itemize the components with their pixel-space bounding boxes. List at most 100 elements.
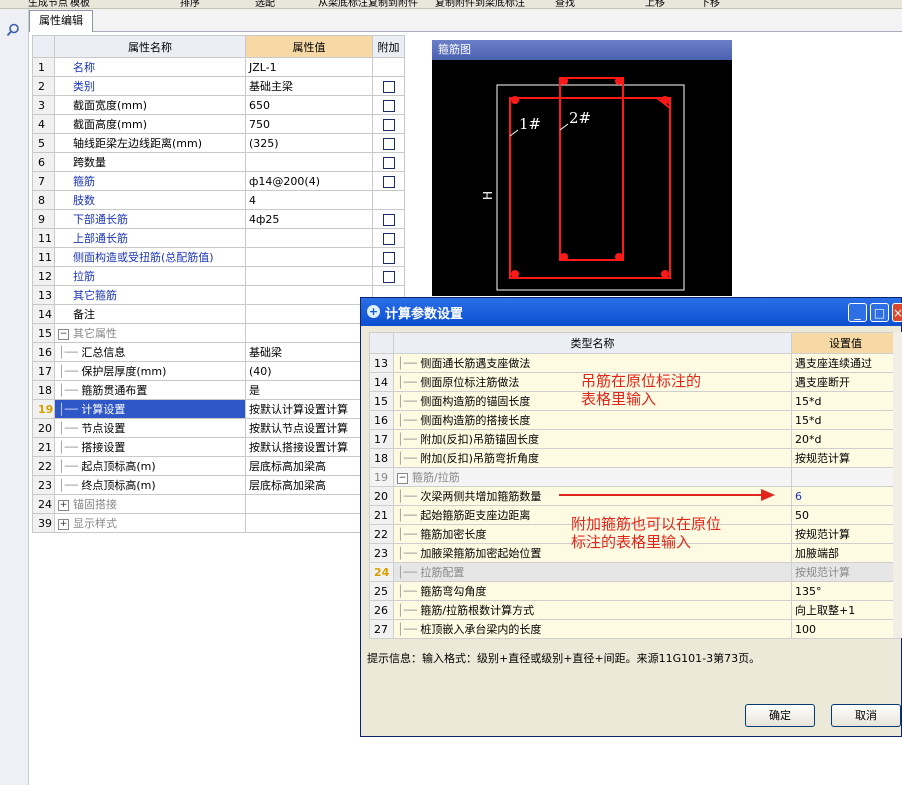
property-row[interactable]: 17 │── 保护层厚度(mm) (40)	[32, 361, 405, 381]
param-value[interactable]: 遇支座连续通过	[791, 353, 900, 373]
param-value[interactable]: 6	[791, 486, 900, 506]
property-row[interactable]: 5 轴线距梁左边线距离(mm) (325)	[32, 133, 405, 153]
param-value[interactable]: 遇支座断开	[791, 372, 900, 392]
tab-property-edit[interactable]: 属性编辑	[29, 10, 93, 32]
extra-checkbox[interactable]	[382, 251, 395, 264]
extra-checkbox[interactable]	[382, 118, 395, 131]
property-value[interactable]: (325)	[245, 133, 373, 153]
property-row[interactable]: 22 │── 起点顶标高(m) 层底标高加梁高	[32, 456, 405, 476]
extra-checkbox[interactable]	[382, 175, 395, 188]
param-value[interactable]: 135°	[791, 581, 900, 601]
property-value[interactable]	[245, 152, 373, 172]
property-row[interactable]: 24 + 锚固搭接	[32, 494, 405, 514]
property-row[interactable]: 15− 其它属性	[32, 323, 405, 343]
search-icon[interactable]	[6, 23, 20, 37]
param-row[interactable]: 26 │── 箍筋/拉筋根数计算方式 向上取整+1	[369, 600, 900, 620]
toolbar-item[interactable]: 下移	[700, 0, 720, 8]
property-row[interactable]: 14 备注	[32, 304, 405, 324]
param-value[interactable]: 加腋端部	[791, 543, 900, 563]
property-value[interactable]: 4ф25	[245, 209, 373, 229]
param-value[interactable]	[791, 467, 900, 487]
property-value[interactable]: ф14@200(4)	[245, 171, 373, 191]
param-value[interactable]: 20*d	[791, 429, 900, 449]
property-value[interactable]: 按默认节点设置计算	[245, 418, 373, 438]
extra-checkbox[interactable]	[382, 156, 395, 169]
toolbar-item[interactable]: 模板	[70, 0, 90, 8]
property-row[interactable]: 8 肢数 4	[32, 190, 405, 210]
property-row[interactable]: 39 + 显示样式	[32, 513, 405, 533]
ok-button[interactable]: 确定	[745, 704, 815, 727]
param-value[interactable]: 按规范计算	[791, 562, 900, 582]
dialog-title-bar[interactable]: + 计算参数设置 _ □ ×	[361, 298, 902, 326]
property-row[interactable]: 7 箍筋 ф14@200(4)	[32, 171, 405, 191]
property-row[interactable]: 4 截面高度(mm) 750	[32, 114, 405, 134]
property-row[interactable]: 12 拉筋	[32, 266, 405, 286]
cancel-button[interactable]: 取消	[831, 704, 901, 727]
property-value[interactable]	[245, 228, 373, 248]
property-row[interactable]: 6 跨数量	[32, 152, 405, 172]
param-row[interactable]: 13 │── 侧面通长筋遇支座做法 遇支座连续通过	[369, 353, 900, 373]
param-row[interactable]: 27 │── 桩顶嵌入承台梁内的长度 100	[369, 619, 900, 639]
property-row[interactable]: 21 │── 搭接设置 按默认搭接设置计算	[32, 437, 405, 457]
minimize-button[interactable]: _	[848, 303, 867, 322]
param-row[interactable]: 24 │── 拉筋配置 按规范计算	[369, 562, 900, 582]
property-value[interactable]	[245, 513, 373, 533]
param-value[interactable]: 按规范计算	[791, 448, 900, 468]
toolbar-item[interactable]: 查找	[555, 0, 575, 8]
extra-checkbox[interactable]	[382, 270, 395, 283]
property-row[interactable]: 11 上部通长筋	[32, 228, 405, 248]
property-value[interactable]: 基础主梁	[245, 76, 373, 96]
property-value[interactable]: (40)	[245, 361, 373, 381]
toolbar-item[interactable]: 复制附件到梁底标注	[435, 0, 525, 8]
extra-checkbox[interactable]	[382, 137, 395, 150]
param-row[interactable]: 16 │── 侧面构造筋的搭接长度 15*d	[369, 410, 900, 430]
param-value[interactable]: 50	[791, 505, 900, 525]
toolbar-item[interactable]: 上移	[645, 0, 665, 8]
collapse-icon[interactable]: −	[397, 472, 408, 484]
property-value[interactable]	[245, 285, 373, 305]
collapse-icon[interactable]: −	[58, 328, 69, 340]
toolbar-item[interactable]: 从梁底标注复制到附件	[318, 0, 418, 8]
property-row[interactable]: 18 │── 箍筋贯通布置是	[32, 380, 405, 400]
property-value[interactable]: 按默认计算设置计算	[245, 399, 373, 419]
property-value[interactable]: JZL-1	[245, 57, 373, 77]
property-row[interactable]: 3 截面宽度(mm) 650	[32, 95, 405, 115]
property-row[interactable]: 16 │── 汇总信息 基础梁	[32, 342, 405, 362]
maximize-button[interactable]: □	[870, 303, 889, 322]
extra-checkbox[interactable]	[382, 232, 395, 245]
extra-checkbox[interactable]	[382, 99, 395, 112]
param-row[interactable]: 25 │── 箍筋弯勾角度 135°	[369, 581, 900, 601]
close-button[interactable]: ×	[892, 303, 902, 322]
expand-icon[interactable]: +	[58, 499, 69, 511]
param-value[interactable]: 100	[791, 619, 900, 639]
param-value[interactable]: 15*d	[791, 391, 900, 411]
param-row[interactable]: 19− 箍筋/拉筋	[369, 467, 900, 487]
param-row[interactable]: 17 │── 附加(反扣)吊筋锚固长度 20*d	[369, 429, 900, 449]
property-value[interactable]	[245, 494, 373, 514]
property-row[interactable]: 23 │── 终点顶标高(m) 层底标高加梁高	[32, 475, 405, 495]
property-value[interactable]	[245, 304, 373, 324]
property-value[interactable]	[245, 247, 373, 267]
property-value[interactable]: 4	[245, 190, 373, 210]
property-row[interactable]: 9 下部通长筋 4ф25	[32, 209, 405, 229]
toolbar-item[interactable]: 排序	[180, 0, 200, 8]
property-value[interactable]: 按默认搭接设置计算	[245, 437, 373, 457]
extra-checkbox[interactable]	[382, 213, 395, 226]
property-row[interactable]: 19 │── 计算设置 按默认计算设置计算	[32, 399, 405, 419]
param-value[interactable]: 按规范计算	[791, 524, 900, 544]
expand-icon[interactable]: +	[58, 518, 69, 530]
toolbar-item[interactable]: 选配	[255, 0, 275, 8]
property-value[interactable]: 750	[245, 114, 373, 134]
property-value[interactable]	[245, 266, 373, 286]
property-value[interactable]: 650	[245, 95, 373, 115]
property-value[interactable]: 层底标高加梁高	[245, 456, 373, 476]
property-value[interactable]: 基础梁	[245, 342, 373, 362]
extra-checkbox[interactable]	[382, 80, 395, 93]
property-row[interactable]: 1 名称 JZL-1	[32, 57, 405, 77]
param-value[interactable]: 向上取整+1	[791, 600, 900, 620]
property-row[interactable]: 20 │── 节点设置 按默认节点设置计算	[32, 418, 405, 438]
property-value[interactable]: 是	[245, 380, 373, 400]
property-row[interactable]: 11 侧面构造或受扭筋(总配筋值)	[32, 247, 405, 267]
param-row[interactable]: 18 │── 附加(反扣)吊筋弯折角度 按规范计算	[369, 448, 900, 468]
param-value[interactable]: 15*d	[791, 410, 900, 430]
